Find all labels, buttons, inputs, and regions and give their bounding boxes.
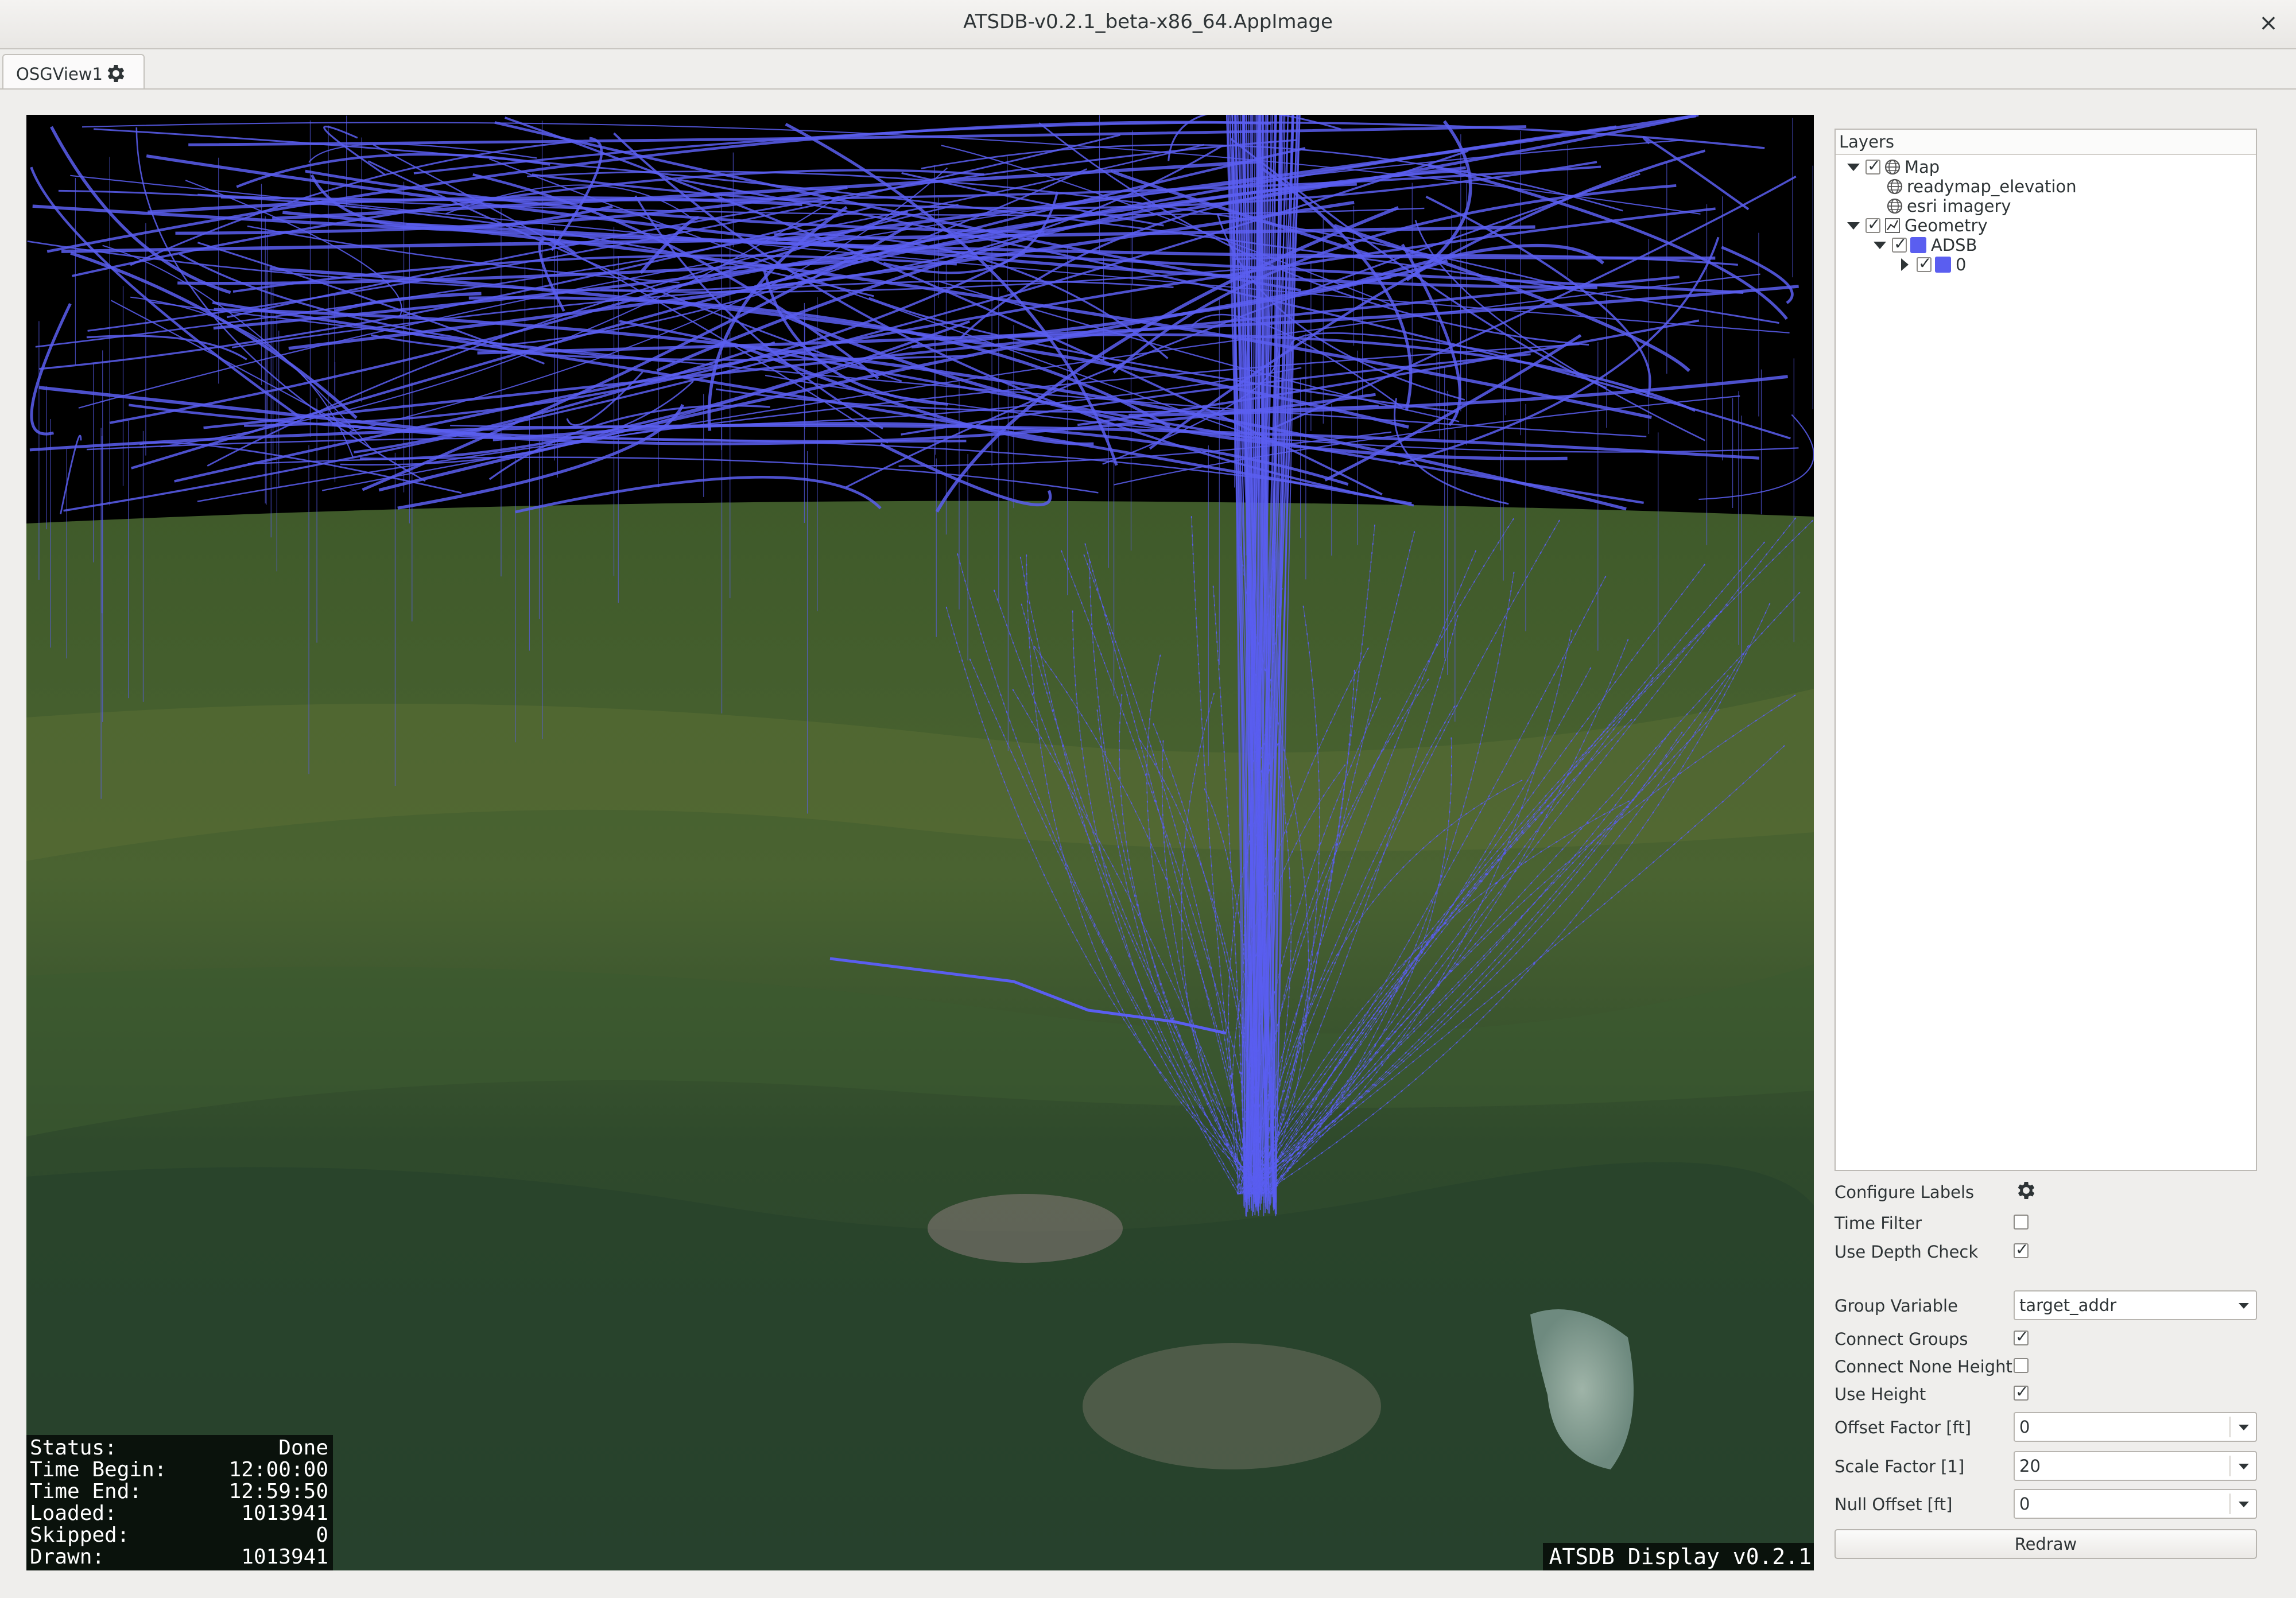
flight-track xyxy=(567,372,643,425)
adsb-checkbox[interactable] xyxy=(1892,238,1907,253)
combo-separator xyxy=(2229,1456,2231,1476)
status-row: Drawn:1013941 xyxy=(30,1546,328,1568)
layers-header: Layers xyxy=(1836,130,2256,155)
tree-item-label: Map xyxy=(1905,157,1940,177)
scale-factor-combo[interactable]: 20 xyxy=(2014,1451,2257,1481)
null-offset-label: Null Offset [ft] xyxy=(1835,1495,1952,1514)
status-row: Time End:12:59:50 xyxy=(30,1481,328,1503)
tree-item-esri-imagery[interactable]: esri imagery xyxy=(1886,196,2011,216)
connect-none-height-label: Connect None Height xyxy=(1835,1357,2012,1376)
offset-factor-combo[interactable]: 0 xyxy=(2014,1412,2257,1442)
flight-track xyxy=(32,304,71,434)
display-watermark: ATSDB Display v0.2.1 xyxy=(1543,1543,1814,1570)
use-depth-check-label: Use Depth Check xyxy=(1835,1242,1978,1262)
group-0-checkbox[interactable] xyxy=(1917,257,1932,272)
tree-item-label: ADSB xyxy=(1931,235,1977,255)
redraw-button[interactable]: Redraw xyxy=(1835,1529,2257,1559)
tree-item-geometry[interactable]: Geometry xyxy=(1847,216,1988,235)
chevron-down-icon[interactable] xyxy=(2239,1464,2249,1469)
scale-factor-label: Scale Factor [1] xyxy=(1835,1457,1964,1476)
flight-track xyxy=(881,444,1050,505)
expand-arrow-icon[interactable] xyxy=(1847,164,1860,171)
map-checkbox[interactable] xyxy=(1865,160,1880,174)
expand-arrow-icon[interactable] xyxy=(1874,242,1886,249)
tree-item-label: readymap_elevation xyxy=(1907,177,2077,196)
layers-tree[interactable]: Layers Map readymap_elevation esri image… xyxy=(1835,129,2257,1171)
null-offset-combo[interactable]: 0 xyxy=(2014,1489,2257,1519)
chevron-down-icon xyxy=(2239,1303,2249,1309)
close-window-button[interactable]: × xyxy=(2254,8,2283,38)
connect-groups-checkbox[interactable] xyxy=(2014,1331,2029,1345)
group-variable-select[interactable]: target_addr xyxy=(2014,1290,2257,1320)
flight-track xyxy=(87,438,1338,489)
status-row: Time Begin:12:00:00 xyxy=(30,1459,328,1481)
collapse-arrow-icon[interactable] xyxy=(1901,258,1909,271)
chevron-down-icon[interactable] xyxy=(2239,1425,2249,1430)
chevron-down-icon[interactable] xyxy=(2239,1502,2249,1507)
tree-item-label: esri imagery xyxy=(1907,196,2011,216)
offset-factor-label: Offset Factor [ft] xyxy=(1835,1418,1971,1437)
globe-icon xyxy=(1886,178,1903,195)
globe-icon xyxy=(1886,197,1903,215)
flight-track xyxy=(87,336,247,359)
configure-labels-label: Configure Labels xyxy=(1835,1182,1974,1202)
time-filter-label: Time Filter xyxy=(1835,1213,1922,1233)
group-variable-value: target_addr xyxy=(2019,1296,2116,1315)
city-area xyxy=(928,1194,1123,1263)
expand-arrow-icon[interactable] xyxy=(1847,222,1860,230)
use-height-label: Use Height xyxy=(1835,1384,1926,1404)
offset-factor-value: 0 xyxy=(2019,1417,2030,1437)
tab-bar: OSGView1 xyxy=(0,48,2296,88)
status-row: Status:Done xyxy=(30,1437,328,1459)
status-overlay: Status:Done Time Begin:12:00:00 Time End… xyxy=(26,1435,333,1570)
group-variable-label: Group Variable xyxy=(1835,1296,1958,1316)
status-row: Loaded:1013941 xyxy=(30,1503,328,1525)
time-filter-checkbox[interactable] xyxy=(2014,1215,2029,1229)
status-row: Skipped:0 xyxy=(30,1525,328,1546)
geometry-icon xyxy=(1884,217,1901,234)
tree-item-label: 0 xyxy=(1956,255,1966,274)
color-swatch-icon xyxy=(1910,237,1926,253)
flight-track xyxy=(1643,137,1748,209)
combo-separator xyxy=(2229,1417,2231,1437)
scale-factor-value: 20 xyxy=(2019,1456,2041,1476)
tree-item-adsb[interactable]: ADSB xyxy=(1874,235,1977,255)
tree-item-label: Geometry xyxy=(1905,216,1988,235)
configure-labels-gear-icon[interactable] xyxy=(2015,1179,2038,1202)
gear-icon[interactable] xyxy=(104,62,127,85)
use-depth-check-checkbox[interactable] xyxy=(2014,1243,2029,1258)
null-offset-value: 0 xyxy=(2019,1494,2030,1514)
tree-item-map[interactable]: Map xyxy=(1847,157,1940,177)
geometry-checkbox[interactable] xyxy=(1865,218,1880,233)
connect-groups-label: Connect Groups xyxy=(1835,1329,1968,1349)
tab-label: OSGView1 xyxy=(16,64,103,84)
tab-osgview1[interactable]: OSGView1 xyxy=(2,54,145,88)
globe-icon xyxy=(1884,158,1901,176)
flight-track xyxy=(324,126,385,174)
tree-item-readymap-elevation[interactable]: readymap_elevation xyxy=(1886,177,2077,196)
color-swatch-icon xyxy=(1935,257,1951,273)
city-area xyxy=(1083,1343,1381,1469)
window-title: ATSDB-v0.2.1_beta-x86_64.AppImage xyxy=(0,10,2296,33)
window-titlebar: ATSDB-v0.2.1_beta-x86_64.AppImage × xyxy=(0,0,2296,49)
tree-item-0[interactable]: 0 xyxy=(1901,255,1966,274)
osg-3d-view[interactable]: Status:Done Time Begin:12:00:00 Time End… xyxy=(26,115,1814,1570)
connect-none-height-checkbox[interactable] xyxy=(2014,1358,2029,1373)
use-height-checkbox[interactable] xyxy=(2014,1386,2029,1401)
terrain-and-tracks xyxy=(26,115,1814,1570)
combo-separator xyxy=(2229,1494,2231,1514)
